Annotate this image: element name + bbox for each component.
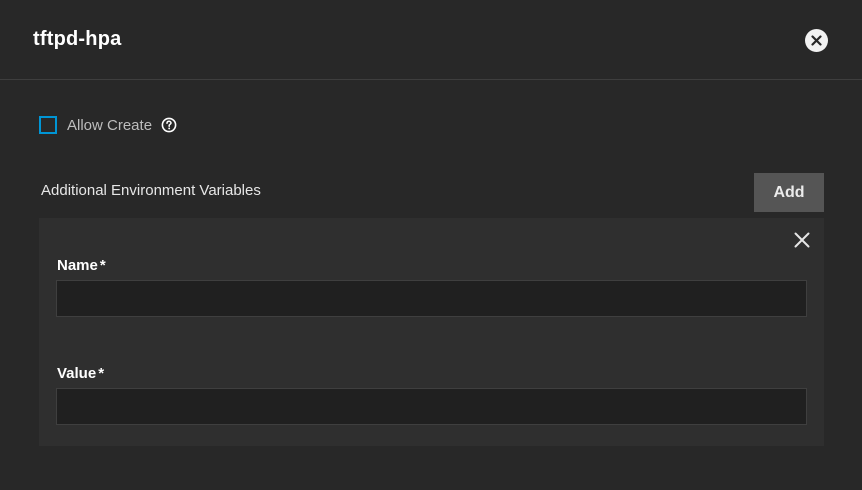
required-marker: *: [98, 365, 105, 382]
remove-env-var-button[interactable]: [794, 232, 810, 248]
allow-create-checkbox[interactable]: [39, 116, 57, 134]
name-label-text: Name: [57, 257, 98, 274]
env-var-item: Name * Value *: [39, 218, 824, 446]
allow-create-label[interactable]: Allow Create: [67, 117, 152, 134]
value-input[interactable]: [56, 388, 807, 425]
help-circle-icon[interactable]: [161, 117, 177, 133]
add-env-var-button[interactable]: Add: [754, 173, 824, 212]
name-field-label: Name *: [57, 257, 106, 274]
value-label-text: Value: [57, 365, 97, 382]
app-dialog: tftpd-hpa Allow Create Additional Enviro…: [0, 0, 862, 490]
env-vars-section-label: Additional Environment Variables: [41, 182, 261, 199]
close-dialog-button[interactable]: [805, 29, 828, 52]
close-circle-icon: [811, 35, 822, 46]
required-marker: *: [99, 257, 106, 274]
value-field-label: Value *: [57, 365, 104, 382]
dialog-title: tftpd-hpa: [33, 28, 122, 50]
name-input[interactable]: [56, 280, 807, 317]
close-icon: [794, 232, 810, 248]
allow-create-row: Allow Create: [39, 115, 177, 135]
dialog-header: tftpd-hpa: [0, 0, 862, 80]
